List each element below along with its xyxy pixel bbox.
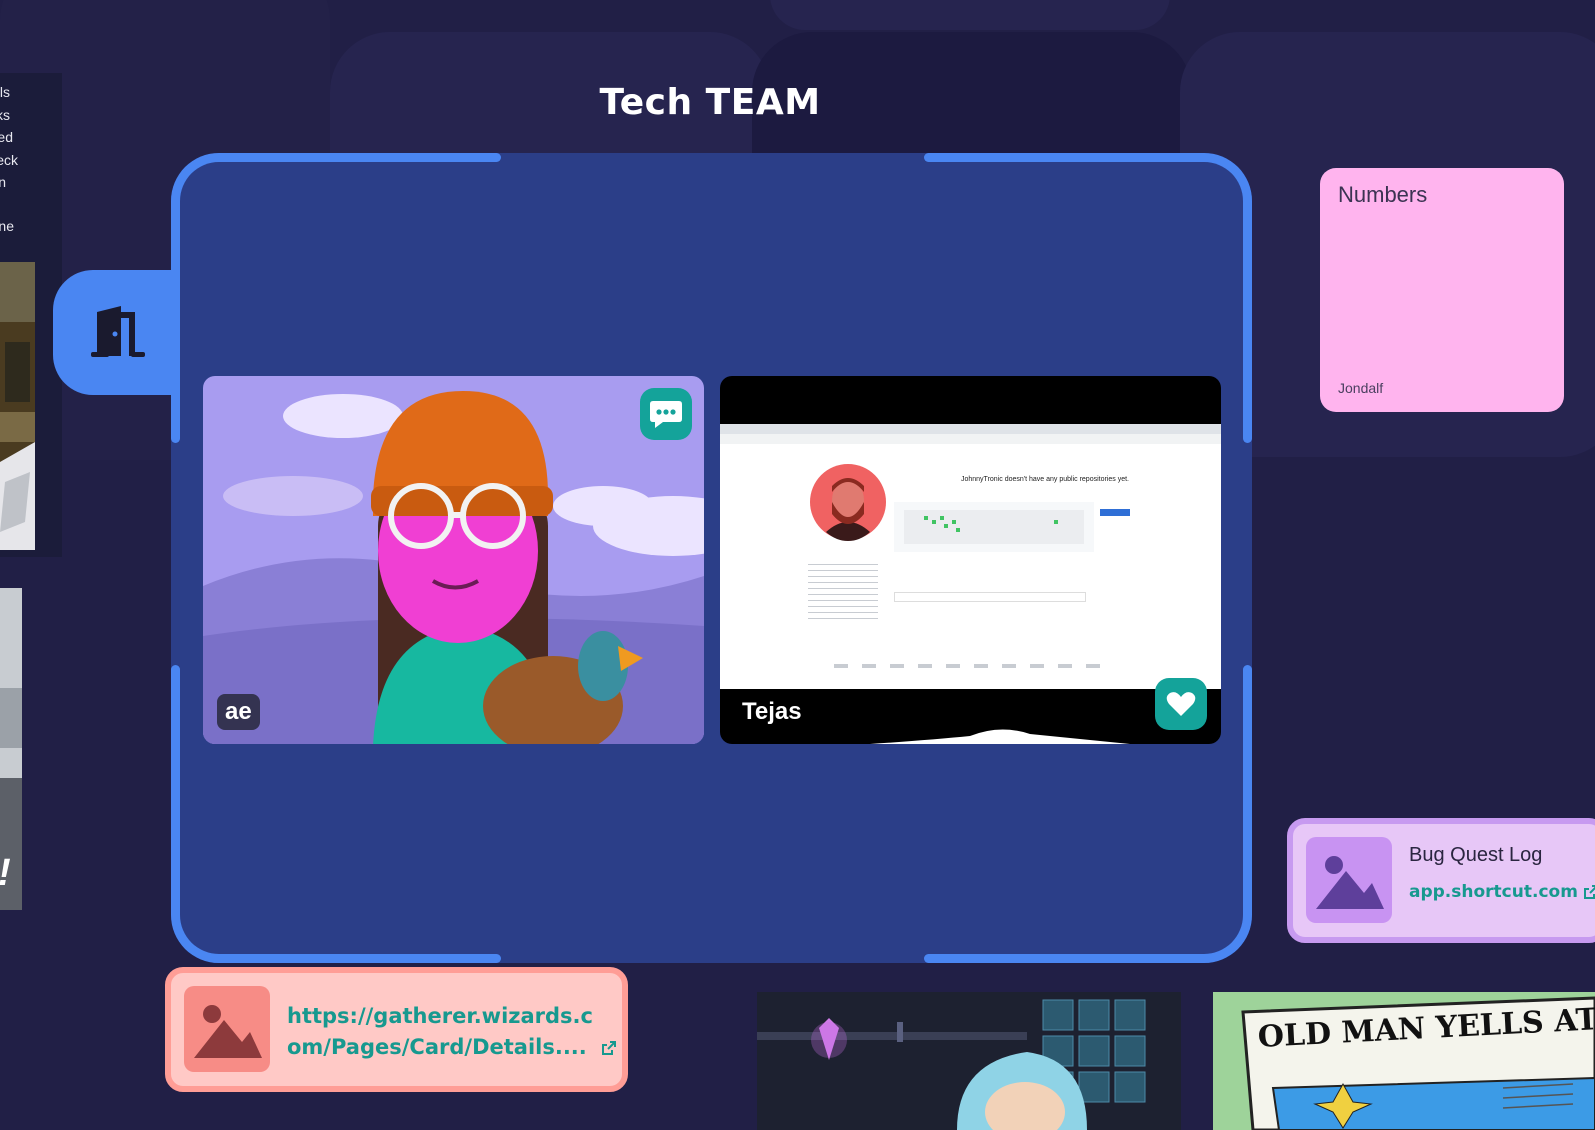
left-photo-image[interactable]: !: [0, 588, 22, 910]
chat-button[interactable]: [640, 388, 692, 440]
list-item: n: [0, 174, 6, 190]
room-border: [171, 665, 180, 905]
external-link-icon: [1583, 885, 1595, 899]
room-corner: [1182, 893, 1252, 963]
sticky-note-title: Numbers: [1338, 182, 1428, 207]
room-border: [924, 153, 1194, 162]
image-placeholder-icon: [184, 986, 270, 1072]
room-door-tab[interactable]: [53, 270, 188, 395]
link-url-text: app.shortcut.com: [1409, 882, 1578, 902]
link-url-line: https://gatherer.wizards.c: [287, 1004, 593, 1028]
participant-video-tile[interactable]: ae: [203, 376, 704, 744]
background-room-tile: [770, 0, 1170, 30]
link-card-title: Bug Quest Log: [1409, 844, 1543, 866]
partial-text: !: [0, 852, 11, 895]
link-url-line: om/Pages/Card/Details....: [287, 1035, 587, 1059]
list-item: ed: [0, 129, 13, 145]
game-screenshot-image[interactable]: [757, 992, 1181, 1130]
room-border: [1243, 665, 1252, 905]
image-placeholder-icon: [1306, 837, 1392, 923]
list-item: ks: [0, 107, 10, 123]
room-border: [1243, 213, 1252, 443]
shared-screen: JohnnyTronic doesn't have any public rep…: [720, 424, 1221, 689]
door-icon: [91, 306, 145, 357]
avatar-illustration: [203, 376, 704, 744]
audio-waveform: [870, 729, 1130, 744]
list-item: ne: [0, 218, 14, 234]
link-card-url[interactable]: app.shortcut.com: [1409, 882, 1595, 902]
left-photo-image[interactable]: [0, 262, 35, 550]
contribution-graph: [894, 502, 1094, 552]
heart-button[interactable]: [1155, 678, 1207, 730]
room-border: [171, 213, 180, 443]
sticky-note[interactable]: Numbers Jondalf: [1320, 168, 1564, 412]
external-link-icon: [602, 1041, 617, 1055]
participant-name: Tejas: [742, 698, 802, 725]
sticky-note-author: Jondalf: [1338, 380, 1384, 396]
link-card-url[interactable]: https://gatherer.wizards.c om/Pages/Card…: [287, 1001, 617, 1063]
profile-avatar: [810, 464, 886, 541]
room-title: Tech TEAM: [599, 82, 821, 123]
list-item: eck: [0, 152, 18, 168]
link-card-bug-quest-log[interactable]: Bug Quest Log app.shortcut.com: [1287, 818, 1595, 943]
link-card-gatherer[interactable]: https://gatherer.wizards.c om/Pages/Card…: [165, 967, 628, 1092]
newspaper-comic-image[interactable]: OLD MAN YELLS AT CLOU: [1213, 992, 1595, 1130]
chat-bubble-icon: [650, 401, 682, 428]
room-border: [231, 153, 501, 162]
room-corner: [171, 893, 241, 963]
room-border: [924, 954, 1194, 963]
room-border: [231, 954, 501, 963]
heart-icon: [1166, 692, 1196, 716]
list-item: ls: [0, 84, 10, 100]
participant-name: ae: [217, 694, 260, 730]
participant-video-tile[interactable]: JohnnyTronic doesn't have any public rep…: [720, 376, 1221, 744]
screen-heading: JohnnyTronic doesn't have any public rep…: [960, 476, 1129, 483]
